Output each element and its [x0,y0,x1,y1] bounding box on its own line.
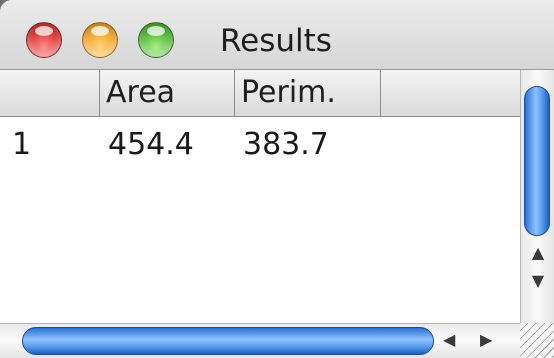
scroll-right-arrow-icon[interactable]: ▶ [480,330,492,350]
cell-perim: 383.7 [243,127,329,162]
horizontal-scrollbar[interactable]: ◀ ▶ [0,323,520,358]
window-title: Results [220,23,332,59]
table-row[interactable]: 1 454.4 383.7 [0,117,520,163]
vertical-scrollbar[interactable]: ▲ ▼ [520,70,554,323]
scroll-up-arrow-icon[interactable]: ▲ [521,243,554,263]
zoom-button[interactable] [138,22,174,58]
close-button[interactable] [26,22,62,58]
title-bar[interactable]: Results [0,0,554,70]
column-header-area[interactable]: Area [100,70,235,116]
scroll-down-arrow-icon[interactable]: ▼ [521,271,554,291]
cell-area: 454.4 [108,127,194,162]
resize-grip-icon[interactable] [520,323,554,358]
column-header-index[interactable] [0,70,100,116]
horizontal-scroll-thumb[interactable] [22,327,434,355]
cell-index: 1 [12,127,32,162]
minimize-button[interactable] [82,22,118,58]
results-window: Results Area Perim. 1 454.4 383.7 ▲ ▼ ◀ … [0,0,554,358]
vertical-scroll-thumb[interactable] [524,86,550,236]
column-header-perim[interactable]: Perim. [235,70,381,116]
table-header: Area Perim. [0,70,520,117]
column-header-empty[interactable] [381,70,520,116]
scroll-left-arrow-icon[interactable]: ◀ [443,330,455,350]
